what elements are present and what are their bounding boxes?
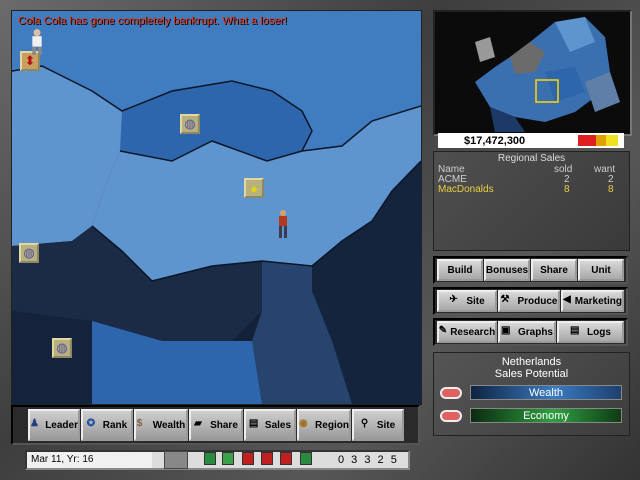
region-label: Region (315, 419, 349, 431)
tower-icon: ⚲ (360, 418, 369, 429)
indicator-icon[interactable] (280, 452, 292, 465)
produce-label: Produce (517, 295, 558, 307)
graphs-button[interactable]: ▣ Graphs (498, 321, 556, 343)
produce-button[interactable]: ⚒ Produce (498, 290, 560, 312)
indicator-icon[interactable] (204, 452, 216, 465)
cash-amount: $17,472,300 (464, 134, 526, 147)
game-date: Mar 11, Yr: 16 (27, 452, 152, 468)
sold-value: 8 (564, 184, 570, 195)
economy-label: Economy (523, 409, 569, 422)
bonuses-label: Bonuses (485, 264, 529, 276)
graphs-label: Graphs (517, 326, 553, 338)
logs-button[interactable]: ▤ Logs (557, 321, 624, 343)
unit-label: Unit (591, 264, 611, 276)
briefcase-icon: ▰ (194, 418, 202, 429)
leader-icon[interactable] (30, 27, 44, 57)
economy-slider[interactable]: Economy (470, 408, 622, 423)
cash-indicator (578, 135, 618, 146)
wealth-button[interactable]: $ Wealth (134, 409, 188, 441)
regional-sales-title: Regional Sales (497, 153, 566, 164)
marketing-label: Marketing (574, 295, 622, 307)
globe-icon: ◉ (299, 418, 308, 429)
clipboard-icon: ▤ (570, 325, 580, 336)
leader-label: Leader (45, 419, 78, 431)
economy-toggle-icon[interactable] (440, 410, 462, 422)
share-label: Share (540, 264, 568, 276)
wealth-button-label: Wealth (152, 419, 186, 431)
unit-button[interactable]: Unit (578, 259, 624, 281)
wealth-label: Wealth (528, 386, 564, 399)
site-toolbar-label: Site (376, 419, 396, 431)
company-name: MacDonalds (438, 184, 494, 195)
regional-sales-panel: Regional Sales Name sold want ACME 2 2 M… (433, 151, 630, 251)
bonuses-button[interactable]: Bonuses (484, 259, 530, 281)
build-button[interactable]: Build (437, 259, 483, 281)
share-toolbar-button[interactable]: ▰ Share (189, 409, 243, 441)
region-name: Netherlands (501, 356, 562, 368)
box-icon: ▣ (500, 325, 511, 336)
satellite-dish-icon[interactable]: ◍ (180, 114, 200, 134)
rank-label: Rank (102, 419, 128, 431)
map-regions (12, 11, 421, 404)
wealth-slider[interactable]: Wealth (470, 385, 622, 400)
score-digits: 0 3 3 2 5 (338, 454, 399, 466)
sales-row: MacDonalds 8 8 (438, 184, 621, 195)
share-toolbar-label: Share (210, 419, 238, 431)
money-bag-icon: $ (136, 418, 143, 429)
wealth-toggle-icon[interactable] (440, 387, 462, 399)
indicator-icon[interactable] (300, 452, 312, 465)
build-label: Build (447, 264, 473, 276)
indicator-icon[interactable] (261, 452, 273, 465)
site-label: Site (466, 295, 485, 307)
region-subtitle: Sales Potential (494, 368, 569, 380)
sales-button[interactable]: ▤ Sales (244, 409, 296, 441)
research-button[interactable]: ✎ Research (437, 321, 497, 343)
share-button[interactable]: Share (531, 259, 577, 281)
cash-display: $17,472,300 (438, 133, 624, 148)
hammer-icon: ⚒ (500, 294, 510, 305)
crane-icon: ✈ (449, 294, 458, 305)
keyboard-icon[interactable] (164, 451, 188, 469)
megaphone-icon: ◀ (563, 294, 571, 305)
minimap[interactable] (433, 10, 632, 136)
document-icon: ▤ (248, 418, 259, 429)
want-value: 8 (608, 184, 614, 195)
marketing-button[interactable]: ◀ Marketing (561, 290, 624, 312)
news-message: Cola Cola has gone completely bankrupt. … (18, 15, 288, 27)
person-icon: ♟ (30, 418, 39, 429)
logs-label: Logs (587, 326, 611, 338)
world-map[interactable]: Cola Cola has gone completely bankrupt. … (11, 10, 422, 405)
agent-icon[interactable] (276, 209, 290, 239)
indicator-icon[interactable] (242, 452, 254, 465)
satellite-dish-icon[interactable]: ◍ (52, 338, 72, 358)
site-toolbar-button[interactable]: ⚲ Site (352, 409, 404, 441)
region-button[interactable]: ◉ Region (297, 409, 351, 441)
sales-label: Sales (264, 419, 292, 431)
rank-button[interactable]: ✪ Rank (81, 409, 133, 441)
europe-minimap (435, 12, 630, 134)
research-label: Research (450, 326, 496, 338)
ribbon-icon: ✪ (86, 418, 96, 429)
indicator-icon[interactable] (222, 452, 234, 465)
leader-button[interactable]: ♟ Leader (28, 409, 80, 441)
lightbulb-icon[interactable]: ● (244, 178, 264, 198)
satellite-dish-icon[interactable]: ◍ (19, 243, 39, 263)
pen-icon: ✎ (438, 325, 448, 336)
site-button[interactable]: ✈ Site (437, 290, 497, 312)
